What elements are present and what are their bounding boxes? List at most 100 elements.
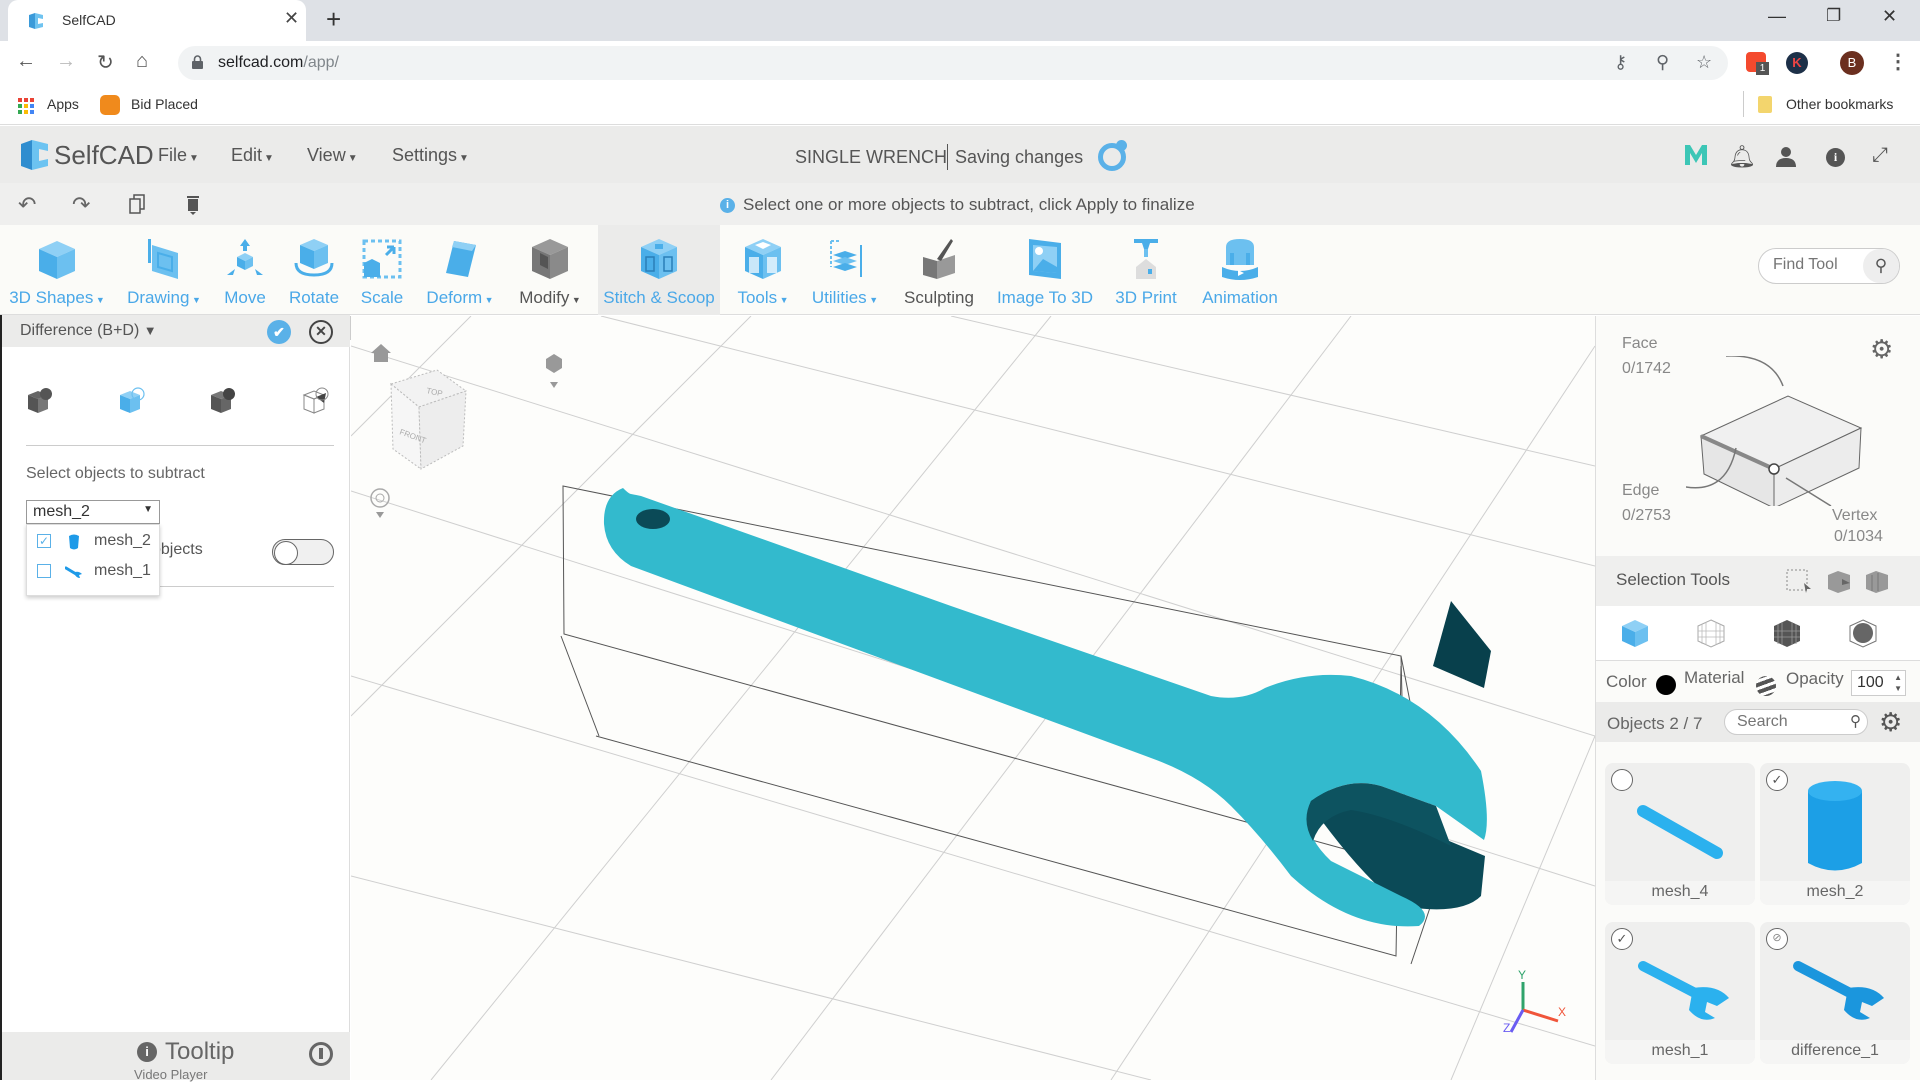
hint-message: i Select one or more objects to subtract,…	[720, 195, 1195, 215]
menu-edit[interactable]: Edit ▼	[231, 145, 274, 166]
objects-settings-gear-icon[interactable]: ⚙	[1879, 707, 1902, 738]
tool-image-to-3d[interactable]: Image To 3D	[990, 225, 1100, 315]
forward-icon[interactable]: →	[56, 50, 76, 73]
bell-icon[interactable]: 🔔︎	[1728, 144, 1756, 170]
tool-rotate[interactable]: Rotate	[283, 225, 345, 315]
tool-modify[interactable]: Modify ▼	[512, 225, 588, 315]
select-visible-icon[interactable]	[1864, 569, 1890, 593]
tool-tools[interactable]: Tools ▼	[728, 225, 798, 315]
box-select-icon[interactable]	[1786, 569, 1812, 593]
tool-move[interactable]: Move	[215, 225, 275, 315]
menu-file[interactable]: File ▼	[158, 145, 199, 166]
intersection-icon[interactable]	[207, 385, 239, 417]
close-panel-button[interactable]: ✕	[309, 320, 333, 344]
apply-button[interactable]: ✔	[267, 320, 291, 344]
tool-3d-print[interactable]: 3D Print	[1108, 225, 1184, 315]
delete-icon[interactable]	[186, 193, 200, 215]
pan-control-icon[interactable]	[370, 488, 390, 518]
bookmark-apps[interactable]: Apps	[47, 96, 79, 112]
3d-viewport[interactable]: TOP FRONT Y X Z	[351, 316, 1595, 1080]
profile-avatar[interactable]: B	[1840, 51, 1864, 75]
operation-title[interactable]: Difference (B+D) ▼	[20, 322, 157, 340]
object-card-mesh-4[interactable]: mesh_4	[1605, 763, 1755, 905]
checkbox-checked[interactable]: ✓	[37, 534, 51, 548]
m-logo-icon[interactable]	[1684, 144, 1708, 166]
difference-icon[interactable]	[116, 385, 148, 417]
back-icon[interactable]: ←	[16, 50, 36, 73]
redo-icon[interactable]: ↷	[72, 192, 90, 218]
view-cube[interactable]: TOP FRONT	[389, 369, 468, 470]
camera-orbit-icon[interactable]	[546, 354, 562, 388]
select-checkbox-checked[interactable]: ✓	[1611, 928, 1633, 950]
close-window-button[interactable]: ✕	[1882, 6, 1897, 27]
password-key-icon[interactable]: ⚷	[1614, 52, 1627, 73]
browser-tab[interactable]: SelfCAD ✕	[8, 0, 306, 41]
scene-canvas[interactable]: TOP FRONT Y X Z	[351, 316, 1595, 1080]
solid-mode-icon[interactable]	[1848, 618, 1878, 648]
opacity-input[interactable]: 100 ▲ ▼	[1851, 670, 1906, 696]
other-bookmarks[interactable]: Other bookmarks	[1786, 96, 1893, 112]
browser-menu-icon[interactable]: ⋮	[1888, 49, 1908, 74]
object-card-mesh-2[interactable]: ✓ mesh_2	[1760, 763, 1910, 905]
user-icon[interactable]	[1775, 147, 1797, 167]
object-card-mesh-1[interactable]: ✓ mesh_1	[1605, 922, 1755, 1064]
undo-icon[interactable]: ↶	[18, 192, 36, 218]
selfcad-logo[interactable]: SelfCAD	[18, 138, 154, 172]
search-icon[interactable]: ⚲	[1850, 712, 1861, 730]
face-mode-icon[interactable]	[1772, 618, 1802, 648]
face-count: 0/1742	[1622, 360, 1671, 377]
select-checkbox[interactable]	[1611, 769, 1633, 791]
tool-drawing[interactable]: Drawing ▼	[118, 225, 210, 315]
find-tool-input[interactable]	[1773, 256, 1863, 274]
bookmark-bid-placed[interactable]: Bid Placed	[131, 96, 198, 112]
document-title[interactable]: SINGLE WRENCH	[795, 147, 947, 168]
dropdown-option-mesh-2[interactable]: ✓ mesh_2	[27, 531, 161, 555]
color-swatch[interactable]	[1656, 675, 1676, 695]
hidden-eye-icon[interactable]: ⊘	[1766, 928, 1788, 950]
opacity-stepper[interactable]: ▲ ▼	[1894, 672, 1902, 694]
new-tab-button[interactable]: +	[326, 4, 341, 35]
slice-icon[interactable]	[300, 385, 332, 417]
material-icon[interactable]	[1756, 676, 1776, 696]
omnibox[interactable]: selfcad.com/app/ ⚷ ⚲ ☆	[178, 46, 1728, 80]
dropdown-option-mesh-1[interactable]: mesh_1	[27, 561, 161, 585]
zoom-out-icon[interactable]: ⚲	[1656, 52, 1669, 73]
search-icon[interactable]: ⚲	[1863, 249, 1899, 283]
tool-animation[interactable]: Animation	[1192, 225, 1288, 315]
select-checkbox-checked[interactable]: ✓	[1766, 769, 1788, 791]
bookmark-star-icon[interactable]: ☆	[1696, 52, 1712, 73]
restore-button[interactable]: ❐	[1826, 6, 1841, 26]
object-mode-icon[interactable]	[1620, 618, 1650, 648]
extension-k-icon[interactable]: K	[1786, 52, 1808, 74]
fullscreen-icon[interactable]: ⤢	[1872, 144, 1888, 167]
copy-icon[interactable]	[129, 194, 145, 214]
info-icon[interactable]: i	[1826, 148, 1845, 167]
close-tab-icon[interactable]: ✕	[284, 8, 299, 29]
objects-toggle[interactable]	[272, 539, 334, 565]
tooltip-button[interactable]: i Tooltip	[137, 1038, 234, 1066]
tool-utilities[interactable]: Utilities ▼	[806, 225, 884, 315]
reload-icon[interactable]: ↻	[97, 50, 114, 75]
select-through-icon[interactable]	[1826, 569, 1852, 593]
power-icon[interactable]	[309, 1042, 333, 1066]
minimize-button[interactable]: —	[1768, 6, 1786, 27]
subtract-objects-select[interactable]: mesh_2 ▼	[26, 500, 160, 524]
union-icon[interactable]	[24, 385, 56, 417]
extension-icon[interactable]: 1	[1746, 52, 1769, 75]
tool-scale[interactable]: Scale	[352, 225, 412, 315]
menu-settings[interactable]: Settings ▼	[392, 145, 469, 166]
tool-deform[interactable]: Deform ▼	[418, 225, 502, 315]
object-card-difference-1[interactable]: ⊘ difference_1	[1760, 922, 1910, 1064]
selection-mode-diagram[interactable]	[1686, 356, 1886, 506]
tool-stitch-scoop[interactable]: Stitch & Scoop	[598, 225, 720, 315]
find-tool-search[interactable]: ⚲	[1758, 248, 1900, 284]
tool-sculpting[interactable]: Sculpting	[896, 225, 982, 315]
objects-search-input[interactable]	[1737, 713, 1837, 731]
home-icon[interactable]: ⌂	[136, 50, 148, 73]
home-view-icon[interactable]	[371, 344, 391, 362]
checkbox-unchecked[interactable]	[37, 564, 51, 578]
objects-search[interactable]: ⚲	[1724, 709, 1868, 735]
menu-view[interactable]: View ▼	[307, 145, 358, 166]
tool-3d-shapes[interactable]: 3D Shapes ▼	[5, 225, 109, 315]
wireframe-mode-icon[interactable]	[1696, 618, 1726, 648]
